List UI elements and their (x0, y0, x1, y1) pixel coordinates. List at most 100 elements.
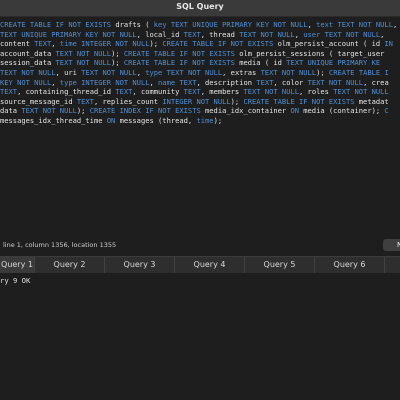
code-line: messages_idx_thread_time ON messages (th… (0, 116, 397, 126)
sql-keyword: INTEGER NOT NULL (162, 96, 231, 106)
sql-text: , (51, 39, 60, 49)
sql-text: , color (273, 77, 308, 87)
sql-text: , description (196, 77, 257, 87)
sql-keyword: TEXT (0, 87, 18, 97)
sql-editor[interactable]: CREATE TABLE IF NOT EXISTS drafts ( key … (0, 17, 400, 235)
sql-text: ); (111, 58, 124, 68)
sql-keyword: key (153, 20, 167, 29)
tab-query-1[interactable]: Query 1 (0, 257, 35, 273)
sql-text: , (149, 77, 159, 87)
code-line: source_message_id TEXT, replies_count IN… (0, 97, 397, 107)
sql-keyword: TEXT NOT NULL (324, 29, 381, 39)
sql-keyword: TEXT (76, 96, 94, 106)
sql-text: data (0, 106, 22, 116)
sql-keyword: CREATE TABLE IF NOT EXISTS (123, 48, 235, 58)
sql-keyword: TEXT NOT NULL (333, 87, 389, 97)
sql-keyword: CREATE TABLE IF NOT EXISTS (243, 96, 355, 106)
sql-keyword: TEXT UNIQUE PRIMARY KEY NOT NULL (0, 29, 137, 39)
sql-keyword: ON (290, 106, 299, 116)
sql-keyword: TEXT (115, 87, 133, 97)
sql-text: olm_persist_sessions ( target_user (234, 48, 385, 58)
sql-text: , replies_count (93, 96, 163, 106)
tab-query-5[interactable]: Query 5 (245, 257, 315, 273)
sql-keyword: type (145, 67, 163, 77)
sql-keyword: TEXT NOT NULL (260, 67, 317, 77)
tab-label: Query 6 (333, 260, 366, 269)
tab-label: Query 2 (53, 260, 86, 269)
sql-text: , thread (200, 29, 240, 39)
sql-text: media (container); (298, 106, 385, 116)
code-line: TEXT, containing_thread_id TEXT, communi… (0, 87, 397, 97)
sql-text: account_data (0, 48, 56, 58)
sql-keyword: TEXT (179, 77, 197, 87)
sql-text: , (380, 29, 385, 39)
results-panel: ry 9 OK (0, 273, 400, 400)
sql-keyword: KEY NOT NULL (0, 77, 52, 87)
tab-query-4[interactable]: Query 4 (175, 257, 245, 273)
sql-text: media_idx_container (200, 106, 291, 116)
sql-text: drafts ( (111, 20, 154, 29)
sql-text: , (307, 20, 317, 29)
sql-code[interactable]: CREATE TABLE IF NOT EXISTS drafts ( key … (0, 20, 397, 126)
sql-keyword: text (316, 20, 334, 29)
query-tab-bar: Query 1 Query 2 Query 3 Query 4 Query 5 … (0, 256, 400, 274)
sql-keyword: CREATE TABLE IF NOT EXISTS (162, 39, 274, 49)
sql-keyword: CREATE TABLE I (328, 67, 389, 77)
code-line: TEXT UNIQUE PRIMARY KEY NOT NULL, local_… (0, 30, 397, 40)
sql-text: metadat (354, 96, 389, 106)
sql-keyword: time INTEGER NOT NULL (59, 39, 150, 49)
sql-text: , roles (299, 87, 334, 97)
sql-text: ); (149, 39, 163, 49)
tab-query-6[interactable]: Query 6 (315, 257, 385, 273)
window-title: SQL Query (176, 2, 224, 11)
sql-keyword: TEXT UNIQUE PRIMARY KEY NOT NULL (170, 20, 308, 29)
sql-text: , community (132, 87, 184, 97)
sql-keyword: CREATE TABLE IF NOT EXISTS (0, 20, 112, 29)
sql-keyword: TEXT NOT NULL (55, 48, 112, 58)
sql-text: , uri (55, 67, 82, 77)
sql-text: messages (thread, (115, 115, 197, 125)
sql-text: ); (111, 48, 124, 58)
sql-text: ); (230, 96, 244, 106)
code-line: session_data TEXT NOT NULL); CREATE TABL… (0, 58, 397, 68)
tab-query-3[interactable]: Query 3 (105, 257, 175, 273)
sql-keyword: time (196, 115, 214, 125)
sql-keyword: TEXT NOT NULL (81, 67, 137, 77)
sql-keyword: type INTEGER NOT NULL (59, 77, 150, 87)
sql-text: ); (76, 106, 90, 116)
sql-text: messages_idx_thread_time (0, 115, 107, 125)
title-bar: SQL Query (0, 0, 400, 17)
sql-keyword: TEXT (256, 77, 274, 87)
tab-query-2[interactable]: Query 2 (35, 257, 105, 273)
sql-keyword: TEXT NOT NULL (0, 67, 56, 77)
result-line: ry 9 OK (0, 276, 31, 285)
sql-keyword: TEXT UNIQUE PRIMARY KE (286, 58, 381, 68)
sql-keyword: user (303, 29, 321, 39)
sql-keyword: TEXT NOT NULL (307, 77, 364, 87)
run-button[interactable]: N (383, 239, 400, 251)
sql-keyword: TEXT (34, 39, 52, 49)
tab-label: Query 4 (193, 260, 226, 269)
sql-text: , local_id (136, 29, 184, 39)
sql-text: , containing_thread_id (17, 87, 116, 97)
sql-keyword: TEXT (183, 87, 201, 97)
sql-text: , crea (363, 77, 389, 87)
sql-text: , (294, 29, 304, 39)
code-line: TEXT NOT NULL, uri TEXT NOT NULL, type T… (0, 68, 397, 78)
sql-text: source_message_id (0, 96, 77, 106)
tab-label: Query 5 (263, 260, 296, 269)
sql-keyword: C (384, 106, 389, 116)
sql-text: , (136, 67, 146, 77)
sql-text: media ( id (234, 58, 287, 68)
sql-keyword: name (158, 77, 176, 87)
code-line: account_data TEXT NOT NULL); CREATE TABL… (0, 49, 397, 59)
sql-keyword: TEXT NOT NULL (55, 58, 112, 68)
sql-text: , (51, 77, 60, 87)
code-line: KEY NOT NULL, type INTEGER NOT NULL, nam… (0, 78, 397, 88)
tab-label: Query 1 (1, 260, 33, 269)
sql-text: , (392, 20, 398, 29)
sql-keyword: TEXT NOT NULL (243, 87, 300, 97)
sql-keyword: CREATE INDEX IF NOT EXISTS (89, 106, 201, 116)
sql-keyword: TEXT NOT NULL (21, 106, 77, 116)
sql-text: ); (213, 115, 223, 125)
